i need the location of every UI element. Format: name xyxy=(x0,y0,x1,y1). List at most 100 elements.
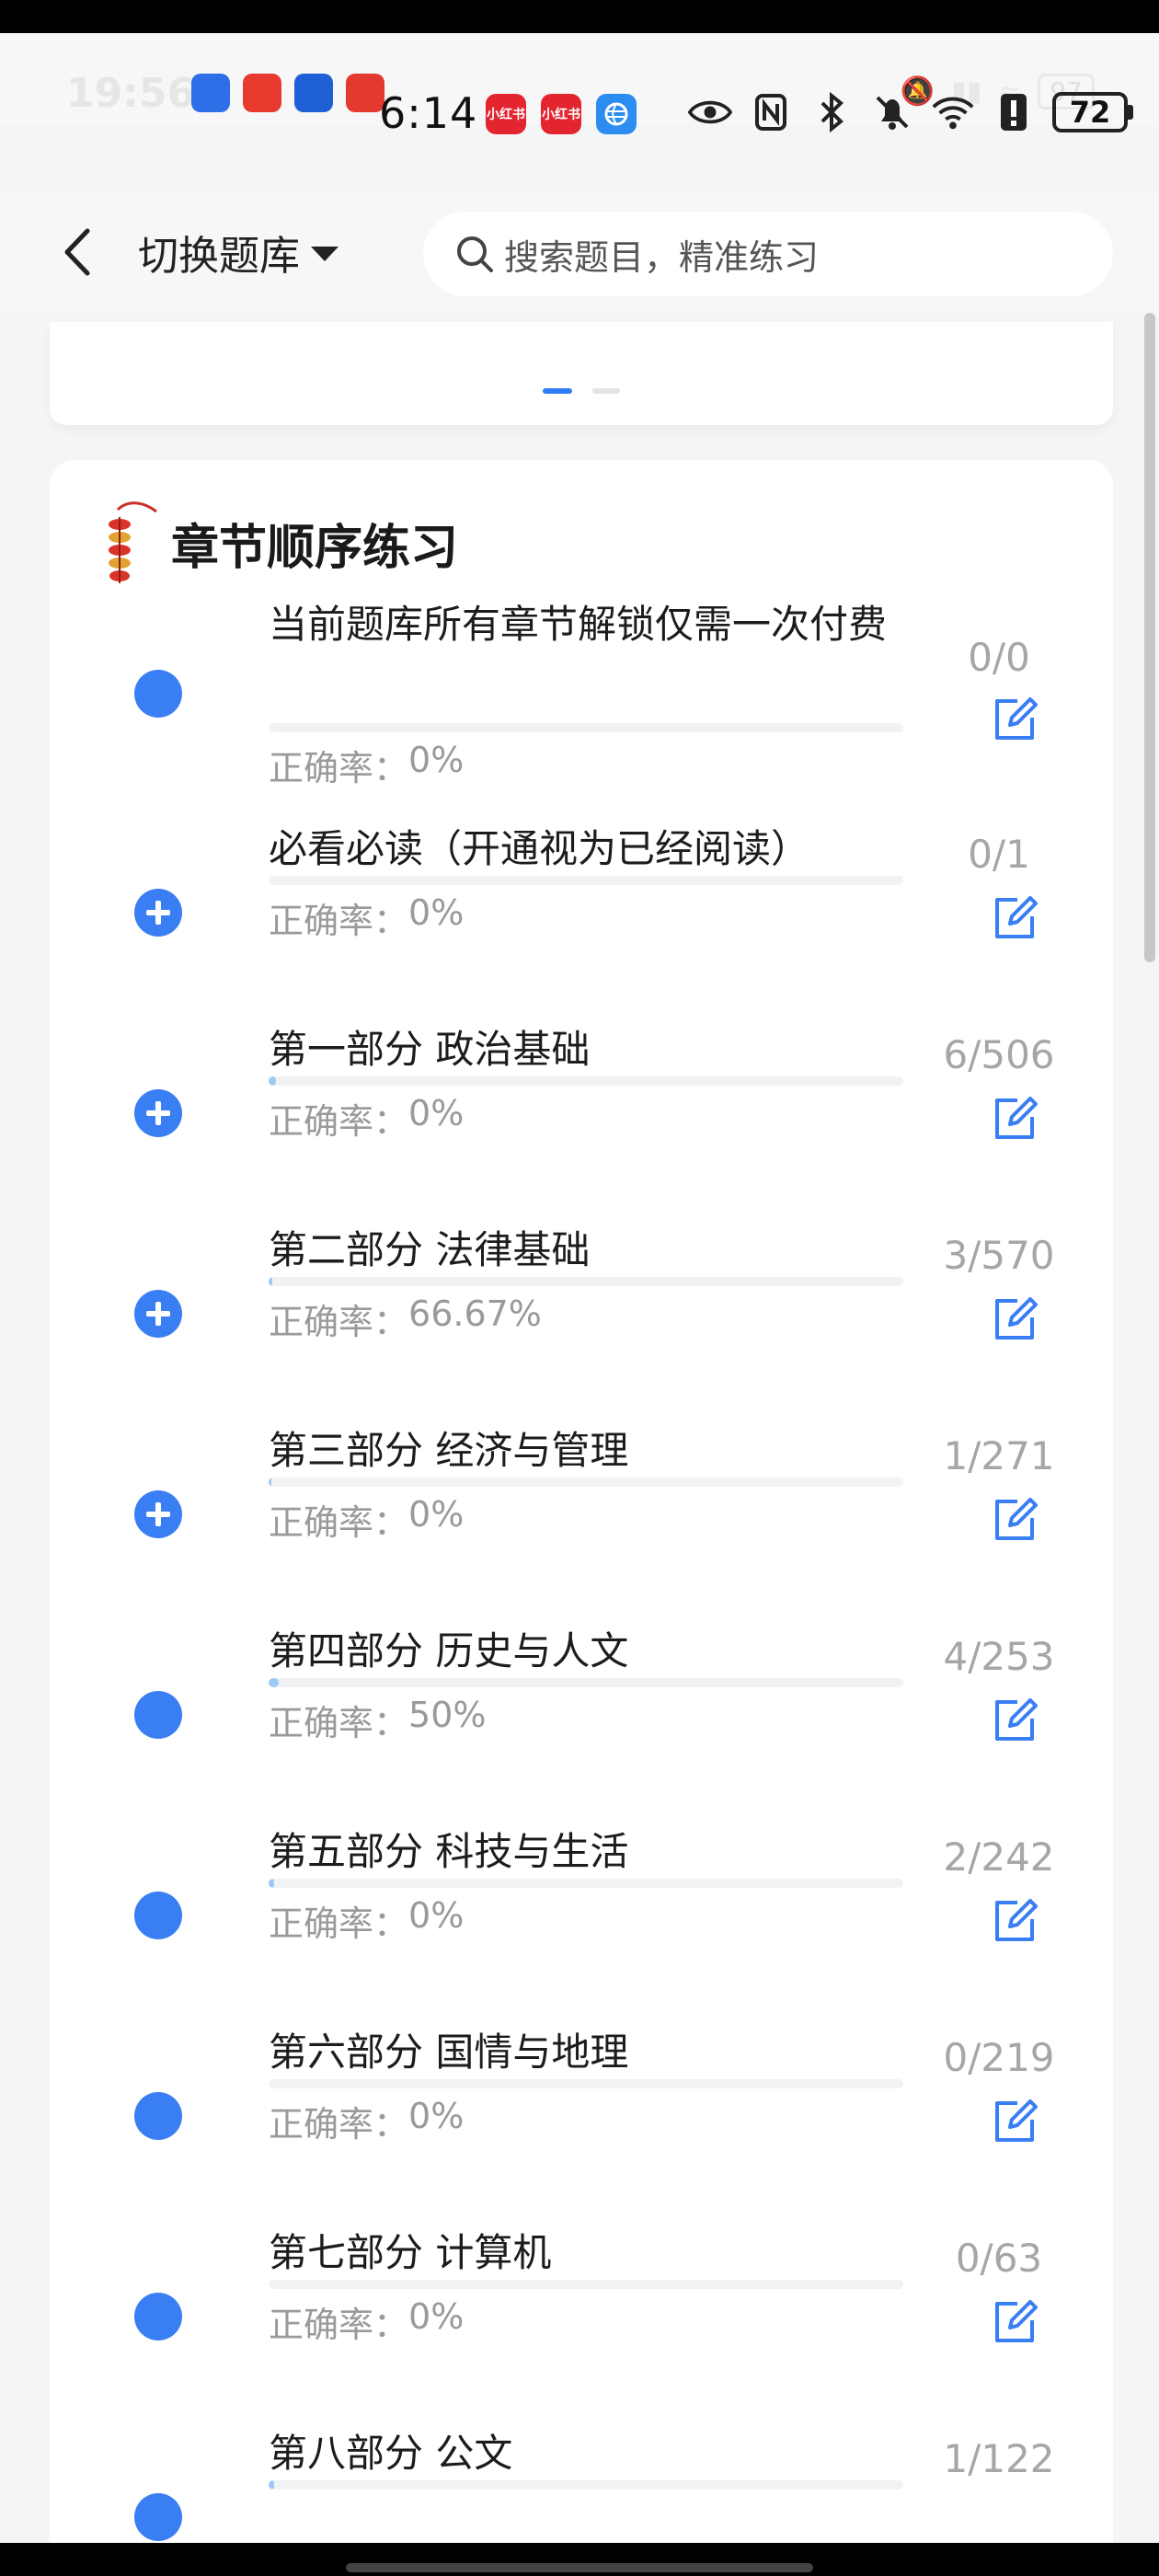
chapter-progress-bar xyxy=(269,2079,903,2088)
chapter-title: 必看必读（开通视为已经阅读） xyxy=(269,826,810,871)
search-icon xyxy=(457,236,493,272)
top-black-band xyxy=(0,0,1159,33)
accuracy-value: 50% xyxy=(408,1695,487,1735)
accuracy-label: 正确率： xyxy=(269,1302,409,1342)
accuracy-label: 正确率： xyxy=(269,1502,409,1543)
chapter-dot-icon xyxy=(134,1892,182,1939)
scrollbar-thumb[interactable] xyxy=(1144,313,1155,962)
alert-icon xyxy=(992,90,1036,134)
battery-indicator: 72 xyxy=(1052,92,1133,132)
nfc-icon xyxy=(749,90,793,134)
chapter-title: 第二部分 法律基础 xyxy=(269,1227,591,1272)
bluetooth-icon xyxy=(809,90,854,134)
chapter-progress-bar xyxy=(269,1478,903,1487)
chapter-dot-icon xyxy=(134,2293,182,2340)
chapter-progress-bar xyxy=(269,876,903,885)
home-indicator[interactable] xyxy=(346,2563,813,2572)
accuracy-value: 0% xyxy=(408,892,465,933)
accuracy-label: 正确率： xyxy=(269,1703,409,1743)
accuracy-label: 正确率： xyxy=(269,901,409,941)
edit-icon[interactable] xyxy=(990,1294,1041,1345)
top-navigation: 切换题库 搜索题目，精准练习 xyxy=(0,193,1159,313)
chevron-left-icon xyxy=(64,228,90,276)
chapter-count: 1/271 xyxy=(943,1433,1055,1478)
expand-plus-icon[interactable] xyxy=(134,1490,182,1538)
chapter-row[interactable]: 当前题库所有章节解锁仅需一次付费 正确率： 0% 0/0 xyxy=(50,598,1113,799)
edit-icon[interactable] xyxy=(990,1695,1041,1746)
section-title: 章节顺序练习 xyxy=(171,520,459,576)
chapter-row[interactable]: 第五部分 科技与生活 正确率： 0% 2/242 xyxy=(50,1825,1113,2026)
edit-icon[interactable] xyxy=(990,1494,1041,1546)
chapter-accuracy: 正确率： 66.67% xyxy=(269,1294,542,1344)
chapter-dot-icon xyxy=(134,1691,182,1739)
carousel-dot[interactable] xyxy=(592,388,620,394)
chapter-row[interactable]: 第一部分 政治基础 正确率： 0% 6/506 xyxy=(50,1023,1113,1224)
chapter-title: 第三部分 经济与管理 xyxy=(269,1428,629,1473)
expand-plus-icon[interactable] xyxy=(134,889,182,937)
chapter-progress-fill xyxy=(269,1277,273,1286)
chapter-progress-fill xyxy=(269,2480,274,2490)
browser-app-icon xyxy=(596,94,637,134)
chapter-accuracy: 正确率： 0% xyxy=(269,2096,464,2146)
firecracker-icon xyxy=(109,501,157,583)
chapter-count: 0/1 xyxy=(968,832,1030,877)
chapter-title: 第四部分 历史与人文 xyxy=(269,1628,629,1673)
chapter-row[interactable]: 必看必读（开通视为已经阅读） 正确率： 0% 0/1 xyxy=(50,822,1113,1023)
search-input[interactable]: 搜索题目，精准练习 xyxy=(423,212,1113,296)
edit-icon[interactable] xyxy=(990,1895,1041,1947)
accuracy-value: 0% xyxy=(408,1895,465,1936)
chapter-title: 第一部分 政治基础 xyxy=(269,1027,591,1072)
accuracy-label: 正确率： xyxy=(269,2104,409,2145)
chapter-count: 6/506 xyxy=(943,1032,1055,1077)
chapter-row[interactable]: 第二部分 法律基础正确率： 66.67% 3/570 xyxy=(50,1224,1113,1424)
chapter-progress-bar xyxy=(269,1076,903,1086)
edit-icon[interactable] xyxy=(990,2096,1041,2147)
chapter-row[interactable]: 第四部分 历史与人文正确率： 50% 4/253 xyxy=(50,1625,1113,1825)
expand-plus-icon[interactable] xyxy=(134,1290,182,1338)
chapter-progress-fill xyxy=(269,1879,274,1888)
chapter-progress-bar xyxy=(269,1879,903,1888)
chapter-progress-bar xyxy=(269,723,903,732)
accuracy-value: 0% xyxy=(408,1093,465,1133)
mute-bell-icon xyxy=(870,90,914,134)
banner-carousel[interactable] xyxy=(50,322,1113,425)
expand-plus-icon[interactable] xyxy=(134,1089,182,1137)
chapter-count: 4/253 xyxy=(943,1634,1055,1679)
chapter-progress-fill xyxy=(269,1678,280,1687)
edit-icon[interactable] xyxy=(990,694,1041,745)
app-screen: 19:56 🔕 ▮▮ ≈ 97 6:14 小红书 小红书 72 切换题库 搜索题… xyxy=(0,0,1159,2576)
battery-tip xyxy=(1128,105,1133,120)
eye-icon xyxy=(688,90,732,134)
chapter-accuracy: 正确率： 0% xyxy=(269,1895,464,1946)
chapter-title: 第五部分 科技与生活 xyxy=(269,1829,629,1874)
chapter-dot-icon xyxy=(134,2092,182,2140)
chapter-accuracy: 正确率： 0% xyxy=(269,2296,464,2347)
chapter-accuracy: 正确率： 0% xyxy=(269,892,464,943)
xiaohongshu-app-icon: 小红书 xyxy=(541,94,581,134)
search-placeholder: 搜索题目，精准练习 xyxy=(504,236,820,278)
chapter-accuracy: 正确率： 50% xyxy=(269,1695,486,1745)
status-app-icons: 小红书 小红书 xyxy=(486,94,637,134)
chapter-count: 0/63 xyxy=(955,2236,1043,2281)
edit-icon[interactable] xyxy=(990,2296,1041,2348)
chapter-count: 0/0 xyxy=(968,635,1030,680)
chapter-accuracy: 正确率： 0% xyxy=(269,1494,464,1545)
chapter-progress-fill xyxy=(269,1478,271,1487)
wifi-icon xyxy=(931,90,975,134)
back-button[interactable] xyxy=(50,224,105,280)
accuracy-value: 0% xyxy=(408,2096,465,2136)
caret-down-icon xyxy=(311,247,339,261)
chapter-row[interactable]: 第三部分 经济与管理正确率： 0% 1/271 xyxy=(50,1424,1113,1625)
chapter-progress-bar xyxy=(269,1678,903,1687)
edit-icon[interactable] xyxy=(990,892,1041,944)
chapter-row[interactable]: 第七部分 计算机 正确率： 0% 0/63 xyxy=(50,2226,1113,2427)
chapter-row[interactable]: 第六部分 国情与地理 正确率： 0% 0/219 xyxy=(50,2026,1113,2226)
status-clock: 6:14 xyxy=(379,88,478,138)
accuracy-value: 0% xyxy=(408,1494,465,1535)
switch-question-bank-button[interactable]: 切换题库 xyxy=(138,224,339,280)
chapter-count: 3/570 xyxy=(943,1233,1055,1278)
edit-icon[interactable] xyxy=(990,1093,1041,1144)
chapter-progress-bar xyxy=(269,2280,903,2289)
carousel-dot-active[interactable] xyxy=(543,388,572,394)
chapter-progress-bar xyxy=(269,2480,903,2490)
